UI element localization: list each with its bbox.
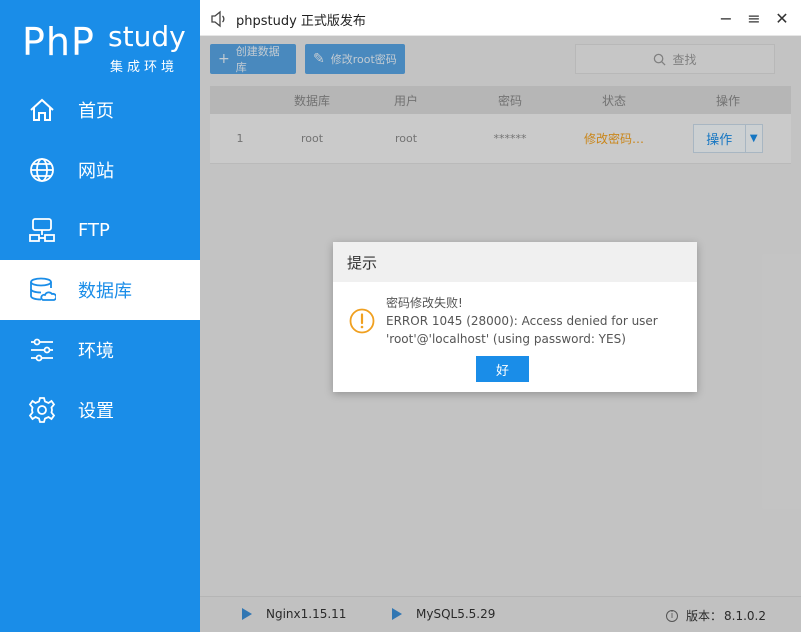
sidebar-item-ftp[interactable]: FTP [0, 200, 200, 260]
dialog-message: 密码修改失败! ERROR 1045 (28000): Access denie… [386, 294, 686, 348]
sidebar-item-label: FTP [78, 219, 110, 241]
sidebar-item-database[interactable]: 数据库 [0, 260, 200, 320]
sidebar-item-environment[interactable]: 环境 [0, 320, 200, 380]
menu-button[interactable]: ≡ [744, 8, 764, 28]
sidebar-item-label: 网站 [78, 161, 114, 182]
app-window: PhP study 集成环境 首页 网站 FTP 数据库 环境 设置 phpst… [0, 0, 801, 632]
close-button[interactable]: ✕ [772, 8, 792, 28]
sidebar-item-home[interactable]: 首页 [0, 80, 200, 140]
gear-icon [28, 396, 56, 424]
warning-icon [349, 308, 375, 334]
logo-subtitle: 集成环境 [110, 60, 179, 75]
alert-dialog: 提示 密码修改失败! ERROR 1045 (28000): Access de… [333, 242, 697, 392]
ftp-icon [28, 216, 56, 244]
logo: PhP study 集成环境 [22, 18, 192, 75]
dialog-message-line2: ERROR 1045 (28000): Access denied for us… [386, 314, 658, 328]
sidebar-nav: 首页 网站 FTP 数据库 环境 设置 [0, 80, 200, 440]
minimize-button[interactable]: − [716, 8, 736, 28]
logo-study: study [108, 20, 186, 53]
window-title: phpstudy 正式版发布 [236, 14, 366, 29]
titlebar: phpstudy 正式版发布 − ≡ ✕ [200, 0, 801, 36]
sidebar-item-website[interactable]: 网站 [0, 140, 200, 200]
sidebar-item-label: 环境 [78, 341, 114, 362]
sidebar: PhP study 集成环境 首页 网站 FTP 数据库 环境 设置 [0, 0, 200, 632]
database-icon [28, 276, 56, 304]
sidebar-item-label: 首页 [78, 101, 114, 122]
dialog-message-line1: 密码修改失败! [386, 296, 463, 310]
home-icon [28, 96, 56, 124]
speaker-icon[interactable] [210, 10, 228, 28]
globe-icon [28, 156, 56, 184]
sidebar-item-settings[interactable]: 设置 [0, 380, 200, 440]
dialog-title: 提示 [333, 242, 697, 282]
sliders-icon [28, 336, 56, 364]
logo-php: PhP [22, 20, 95, 64]
sidebar-item-label: 设置 [78, 401, 114, 422]
sidebar-item-label: 数据库 [78, 281, 132, 302]
dialog-message-line3: 'root'@'localhost' (using password: YES) [386, 332, 626, 346]
ok-button[interactable]: 好 [476, 356, 529, 382]
